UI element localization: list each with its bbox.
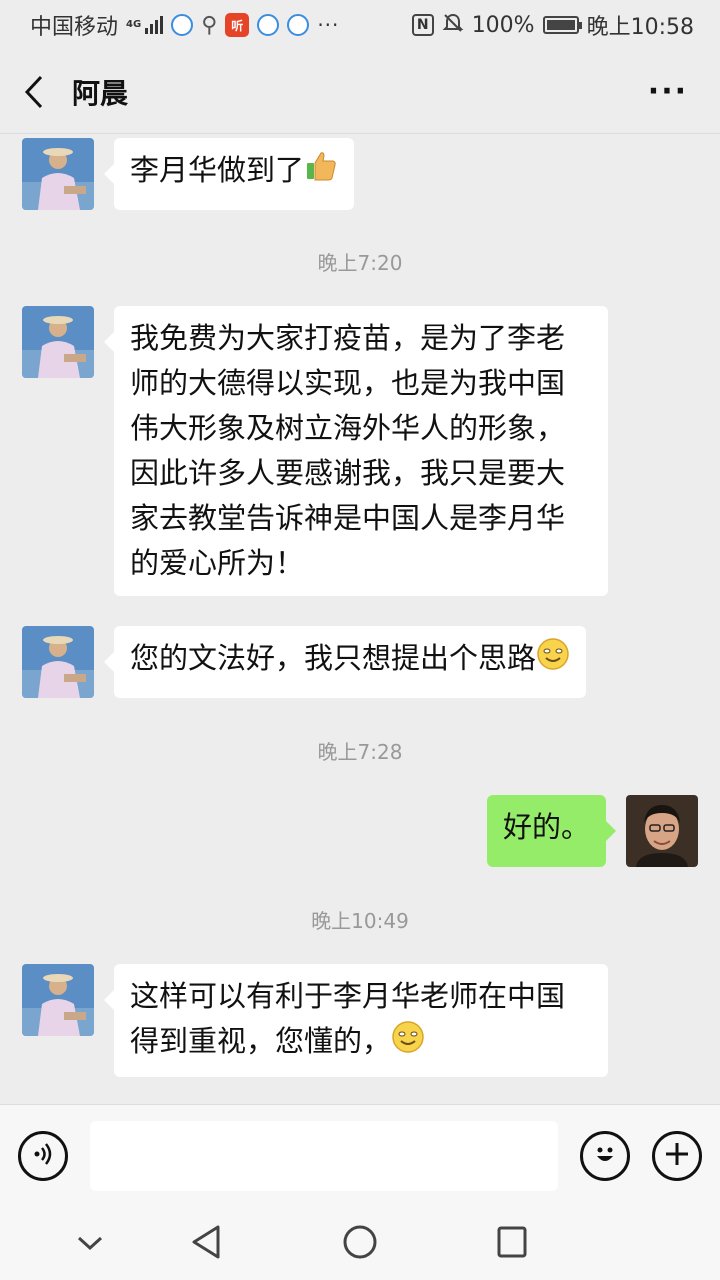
system-nav-bar bbox=[0, 1206, 720, 1280]
status-bar-right: N 100% 晚上10:58 bbox=[411, 9, 694, 41]
status-bar-left: 中国移动 4G ⚲ 听 ··· bbox=[30, 9, 339, 41]
app-notification-icon-3 bbox=[287, 14, 310, 36]
message-text: 您的文法好，我只想提出个思路 bbox=[130, 641, 537, 675]
voice-icon bbox=[30, 1141, 56, 1171]
app-notification-icon-2 bbox=[257, 14, 280, 36]
battery-percent: 100% bbox=[471, 12, 535, 38]
sent-message-bubble[interactable]: 好的。 bbox=[486, 795, 617, 867]
message-row: 您的文法好，我只想提出个思路 bbox=[22, 626, 587, 698]
battery-icon bbox=[542, 16, 582, 34]
received-message-bubble[interactable]: 这样可以有利于李月华老师在中国得到重视，您懂的， bbox=[104, 964, 608, 1077]
message-row: 这样可以有利于李月华老师在中国得到重视，您懂的， bbox=[22, 964, 608, 1077]
message-text: 好的。 bbox=[502, 810, 590, 844]
message-text: 我免费为大家打疫苗，是为了李老师的大德得以实现，也是为我中国伟大形象及树立海外华… bbox=[130, 321, 566, 580]
input-bar bbox=[0, 1104, 720, 1206]
my-avatar[interactable] bbox=[626, 795, 698, 867]
smile-emoji-icon bbox=[391, 1020, 425, 1067]
message-row: 李月华做到了 bbox=[22, 138, 355, 210]
back-icon[interactable] bbox=[24, 74, 48, 110]
message-timestamp: 晚上7:20 bbox=[317, 251, 403, 275]
received-message-bubble[interactable]: 我免费为大家打疫苗，是为了李老师的大德得以实现，也是为我中国伟大形象及树立海外华… bbox=[104, 306, 608, 596]
message-input[interactable] bbox=[90, 1120, 558, 1191]
message-text: 李月华做到了 bbox=[130, 153, 305, 187]
received-message-bubble[interactable]: 李月华做到了 bbox=[103, 138, 355, 210]
listen-app-icon: 听 bbox=[225, 13, 250, 37]
more-notifications-icon: ··· bbox=[317, 13, 340, 37]
contact-avatar[interactable] bbox=[22, 138, 94, 210]
emoji-icon bbox=[590, 1139, 620, 1173]
more-features-button[interactable] bbox=[652, 1130, 702, 1181]
more-options-icon[interactable]: ··· bbox=[648, 74, 688, 109]
nfc-icon: N bbox=[411, 14, 434, 36]
mute-bell-icon bbox=[442, 12, 464, 39]
emoji-button[interactable] bbox=[580, 1130, 630, 1181]
smile-emoji-icon bbox=[536, 637, 570, 684]
message-text: 这样可以有利于李月华老师在中国得到重视，您懂的， bbox=[130, 979, 566, 1058]
received-message-bubble[interactable]: 您的文法好，我只想提出个思路 bbox=[103, 626, 587, 698]
contact-avatar[interactable] bbox=[22, 964, 94, 1036]
message-row: 我免费为大家打疫苗，是为了李老师的大德得以实现，也是为我中国伟大形象及树立海外华… bbox=[22, 306, 608, 596]
message-timestamp: 晚上7:28 bbox=[317, 740, 403, 764]
status-bar: 中国移动 4G ⚲ 听 ··· N 100% 晚上10:58 bbox=[0, 0, 720, 50]
message-timestamp: 晚上10:49 bbox=[311, 909, 409, 933]
hide-keyboard-icon[interactable] bbox=[76, 1224, 104, 1264]
network-type-label: 4G bbox=[126, 19, 142, 30]
search-notification-icon: ⚲ bbox=[201, 12, 218, 38]
thumbs-up-icon bbox=[304, 149, 338, 196]
nav-recents-icon[interactable] bbox=[496, 1224, 528, 1264]
contact-avatar[interactable] bbox=[22, 626, 94, 698]
plus-icon bbox=[663, 1140, 691, 1172]
chat-title: 阿晨 bbox=[72, 76, 129, 110]
voice-button[interactable] bbox=[18, 1130, 68, 1181]
clock: 晚上10:58 bbox=[586, 15, 694, 40]
message-list[interactable]: 李月华做到了 晚上7:20 我免费为大家打疫苗，是为了李老师的大德得以实现，也是… bbox=[0, 134, 720, 1104]
app-notification-icon bbox=[171, 14, 194, 36]
message-row: 好的。 bbox=[486, 795, 698, 867]
nav-back-icon[interactable] bbox=[190, 1224, 222, 1264]
chat-header: 阿晨 ··· bbox=[0, 50, 720, 134]
signal-icon bbox=[145, 16, 164, 34]
carrier-label: 中国移动 bbox=[30, 15, 119, 40]
nav-home-icon[interactable] bbox=[342, 1224, 378, 1264]
contact-avatar[interactable] bbox=[22, 306, 94, 378]
